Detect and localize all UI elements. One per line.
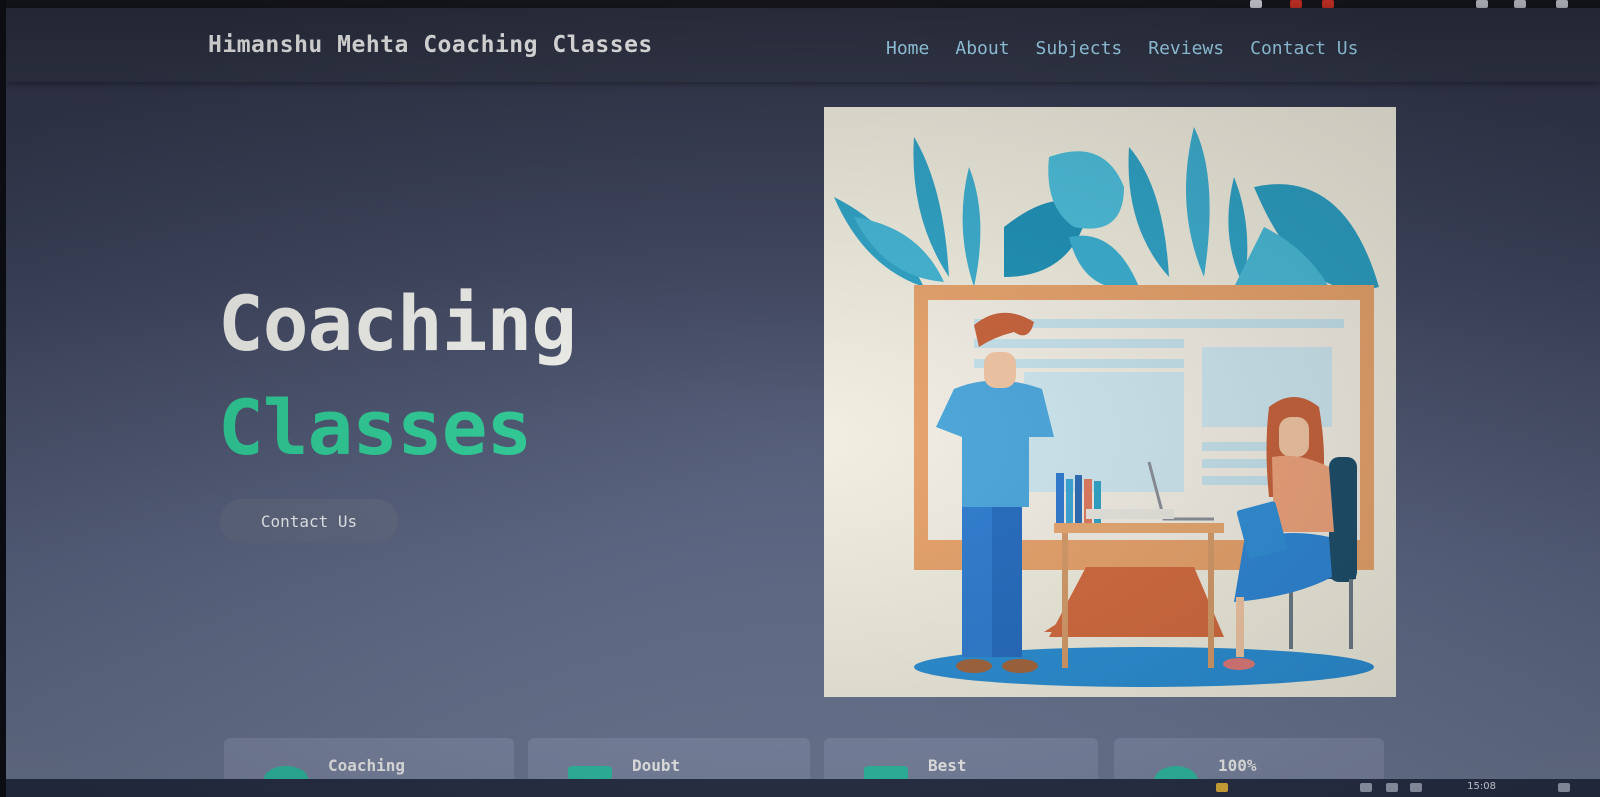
folder-icon[interactable] xyxy=(1216,783,1228,792)
nav-contact-us[interactable]: Contact Us xyxy=(1250,38,1358,59)
teacher-student-illustration xyxy=(834,127,1379,687)
taskbar-clock[interactable]: 15:08 xyxy=(1467,781,1496,792)
mortarboard-icon xyxy=(568,766,612,780)
os-tray-icon xyxy=(1250,0,1262,8)
battery-icon[interactable] xyxy=(1386,783,1398,792)
feature-card-label: Coaching xyxy=(328,756,406,775)
volume-icon[interactable] xyxy=(1410,783,1422,792)
feature-card-label: Doubt xyxy=(632,756,681,775)
nav-subjects[interactable]: Subjects xyxy=(1036,38,1123,59)
chair xyxy=(1329,457,1357,582)
desk xyxy=(1054,523,1224,533)
monitor-screen: Himanshu Mehta Coaching Classes Home Abo… xyxy=(6,0,1600,797)
site-brand[interactable]: Himanshu Mehta Coaching Classes xyxy=(208,32,653,58)
window-maximize-icon[interactable] xyxy=(1514,0,1526,8)
main-nav: Home About Subjects Reviews Contact Us xyxy=(886,38,1358,59)
window-minimize-icon[interactable] xyxy=(1476,0,1488,8)
nav-home[interactable]: Home xyxy=(886,38,929,59)
hero-title-line2: Classes xyxy=(218,383,532,472)
network-icon[interactable] xyxy=(1360,783,1372,792)
contact-us-button[interactable]: Contact Us xyxy=(220,499,398,543)
hero-title: Coaching Classes xyxy=(218,272,577,480)
nav-about[interactable]: About xyxy=(955,38,1009,59)
shield-icon xyxy=(1290,0,1302,8)
os-taskbar: 15:08 xyxy=(6,779,1600,797)
notification-icon[interactable] xyxy=(1558,783,1570,792)
hero-title-line1: Coaching xyxy=(218,279,577,368)
alert-icon xyxy=(1322,0,1334,8)
feature-card-label: 100% xyxy=(1218,756,1257,775)
nav-reviews[interactable]: Reviews xyxy=(1148,38,1224,59)
window-close-icon[interactable] xyxy=(1556,0,1568,8)
site-header: Himanshu Mehta Coaching Classes Home Abo… xyxy=(6,8,1600,82)
hero-illustration xyxy=(824,107,1396,697)
feature-card-label: Best xyxy=(928,756,967,775)
